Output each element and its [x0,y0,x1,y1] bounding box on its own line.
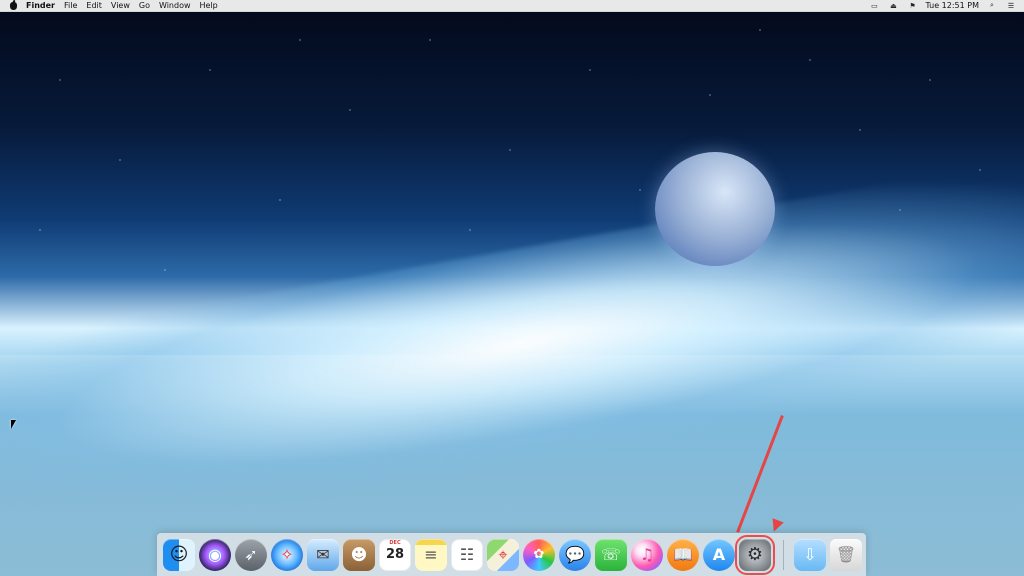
dock-item-app-store[interactable]: A [703,538,735,571]
menu-edit[interactable]: Edit [86,0,102,11]
music-icon: ♫ [639,545,655,564]
menu-go[interactable]: Go [139,0,150,11]
menu-finder[interactable]: Finder [26,0,55,11]
contacts-icon: ☻ [350,545,368,564]
dock-item-photos[interactable]: ✿ [523,538,555,571]
dock-item-facetime[interactable]: ☏ [595,538,627,571]
menu-clock[interactable]: Tue 12:51 PM [925,0,979,11]
dock-item-notes[interactable]: ≡ [415,538,447,571]
dock-item-itunes[interactable]: ♫ [631,538,663,571]
app-store-icon: A [712,545,726,564]
finder-icon: ☺ [169,544,189,565]
dock-item-maps[interactable]: ⌖ [487,538,519,571]
photos-icon: ✿ [533,547,545,562]
notification-center-icon[interactable]: ☰ [1005,2,1017,10]
dock-item-system-preferences[interactable]: ⚙ [735,534,775,575]
dock-item-mail[interactable]: ✉ [307,538,339,571]
messages-icon: 💬 [565,545,585,564]
calendar-month: DEC [389,539,401,546]
calendar-day: 28 [385,546,405,562]
dock: ☺ ◉ ➶ ✧ ✉ ☻ DEC 28 ≡ ☷ ⌖ ✿ 💬 ☏ ♫ 📖 A ⚙ ⇩… [157,533,866,576]
dock-item-reminders[interactable]: ☷ [451,538,483,571]
dock-item-safari[interactable]: ✧ [271,538,303,571]
dock-item-messages[interactable]: 💬 [559,538,591,571]
book-icon: 📖 [673,545,693,564]
apple-icon[interactable] [10,1,17,10]
dock-item-downloads[interactable]: ⇩ [794,538,826,571]
compass-icon: ✧ [280,545,294,564]
eagle-icon: ✉ [316,545,330,564]
spotlight-icon[interactable]: ⌕ [986,1,998,10]
menu-file[interactable]: File [64,0,77,11]
menu-right: ▭ ⏏ ⚑ Tue 12:51 PM ⌕ ☰ [868,0,1024,11]
eject-icon[interactable]: ⏏ [887,2,899,10]
moon [655,152,775,266]
dock-item-finder[interactable]: ☺ [163,538,195,571]
dock-item-calendar[interactable]: DEC 28 [379,538,411,571]
trash-icon: 🗑 [835,545,857,564]
menu-help[interactable]: Help [200,0,218,11]
reminders-icon: ☷ [459,545,475,564]
display-mirroring-icon[interactable]: ▭ [868,2,880,10]
dock-item-contacts[interactable]: ☻ [343,538,375,571]
notes-icon: ≡ [424,545,438,564]
menu-left: Finder File Edit View Go Window Help [0,0,218,11]
us-flag-icon[interactable]: ⚑ [906,2,918,10]
dock-separator [783,539,784,570]
menu-bar: Finder File Edit View Go Window Help ▭ ⏏… [0,0,1024,12]
dock-item-launchpad[interactable]: ➶ [235,538,267,571]
rocket-icon: ➶ [244,545,258,564]
map-icon: ⌖ [498,544,508,564]
desktop[interactable]: Finder File Edit View Go Window Help ▭ ⏏… [0,0,1024,576]
menu-window[interactable]: Window [159,0,191,11]
gear-icon: ⚙ [746,544,764,565]
menu-view[interactable]: View [111,0,130,11]
dock-item-trash[interactable]: 🗑 [830,538,862,571]
download-folder-icon: ⇩ [803,545,817,564]
siri-icon: ◉ [208,545,222,564]
facetime-icon: ☏ [600,545,621,564]
mouse-cursor [11,420,18,429]
dock-item-ibooks[interactable]: 📖 [667,538,699,571]
dock-item-siri[interactable]: ◉ [199,538,231,571]
